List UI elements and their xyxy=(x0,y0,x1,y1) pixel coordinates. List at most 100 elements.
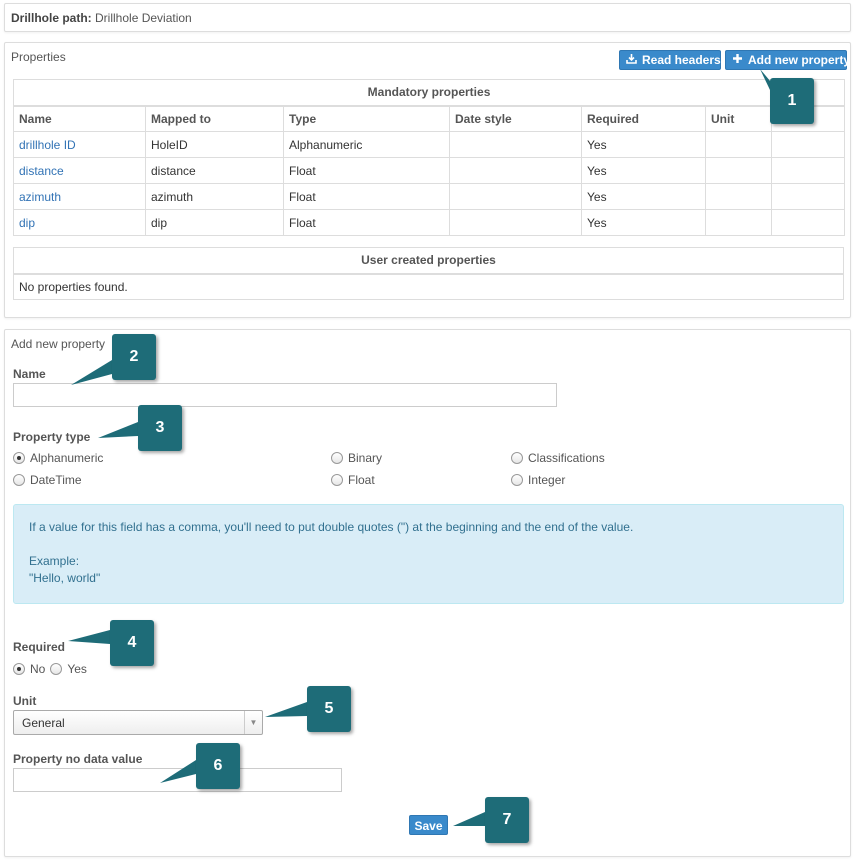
table-cell: Float xyxy=(283,209,450,236)
no-data-value-input[interactable] xyxy=(13,768,342,792)
table-cell xyxy=(449,209,582,236)
table-row: dip dip Float Yes xyxy=(13,209,846,236)
column-header: Required xyxy=(581,105,706,132)
table-cell: Yes xyxy=(581,131,706,158)
required-yes-label: Yes xyxy=(67,662,87,676)
chevron-down-icon[interactable]: ▼ xyxy=(244,711,262,734)
table-cell: azimuth xyxy=(145,183,284,210)
column-header: Unit xyxy=(705,105,772,132)
name-input[interactable] xyxy=(13,383,557,407)
add-new-property-button[interactable]: Add new property xyxy=(725,50,851,70)
property-type-float[interactable]: Float xyxy=(331,473,375,487)
property-type-integer[interactable]: Integer xyxy=(511,473,565,487)
import-icon xyxy=(626,53,637,67)
callout-badge-2: 2 xyxy=(112,334,156,380)
table-cell xyxy=(705,157,772,184)
callout-badge-7: 7 xyxy=(485,797,529,843)
table-cell xyxy=(705,183,772,210)
property-type-datetime[interactable]: DateTime xyxy=(13,473,82,487)
property-name-link[interactable]: azimuth xyxy=(19,190,61,204)
table-cell: Yes xyxy=(581,209,706,236)
plus-icon xyxy=(732,53,743,67)
radio-button[interactable] xyxy=(331,452,343,464)
user-created-properties-caption: User created properties xyxy=(13,247,844,275)
read-headers-button[interactable]: Read headers xyxy=(619,50,721,70)
table-header-row: Name Mapped to Type Date style Required … xyxy=(13,105,846,132)
callout-badge-4: 4 xyxy=(110,620,154,666)
radio-button[interactable] xyxy=(13,474,25,486)
info-example-value: "Hello, world" xyxy=(29,571,101,585)
table-cell xyxy=(770,131,846,158)
column-header: Mapped to xyxy=(145,105,284,132)
radio-label: Alphanumeric xyxy=(30,451,104,465)
radio-label: DateTime xyxy=(30,473,82,487)
table-cell xyxy=(770,183,846,210)
unit-select-value: General xyxy=(22,716,65,730)
required-label: Required xyxy=(13,640,66,654)
table-cell: Float xyxy=(283,157,450,184)
add-new-property-label: Add new property xyxy=(748,53,851,67)
required-yes-radio[interactable] xyxy=(50,663,63,675)
property-name-link[interactable]: dip xyxy=(19,216,35,230)
radio-button[interactable] xyxy=(511,474,523,486)
property-name-link[interactable]: distance xyxy=(19,164,64,178)
column-header: Date style xyxy=(449,105,582,132)
save-button[interactable]: Save xyxy=(409,815,448,835)
user-created-properties-table: User created properties No properties fo… xyxy=(13,247,844,300)
table-cell: HoleID xyxy=(145,131,284,158)
radio-label: Float xyxy=(348,473,375,487)
properties-panel: Properties Read headers Add new property… xyxy=(4,42,851,318)
callout-badge-6: 6 xyxy=(196,743,240,789)
radio-button[interactable] xyxy=(331,474,343,486)
name-label: Name xyxy=(13,367,46,381)
column-header: Name xyxy=(13,105,146,132)
radio-label: Classifications xyxy=(528,451,605,465)
radio-label: Integer xyxy=(528,473,566,487)
table-cell: Alphanumeric xyxy=(283,131,450,158)
callout-badge-3: 3 xyxy=(138,405,182,451)
property-type-classifications[interactable]: Classifications xyxy=(511,451,605,465)
radio-button[interactable] xyxy=(511,452,523,464)
callout-badge-1: 1 xyxy=(770,78,814,124)
table-cell xyxy=(449,183,582,210)
table-cell: distance xyxy=(145,157,284,184)
unit-select[interactable]: General ▼ xyxy=(13,710,263,735)
required-radio-group: No Yes xyxy=(13,662,87,676)
table-cell xyxy=(770,209,846,236)
table-cell xyxy=(770,157,846,184)
table-cell xyxy=(705,131,772,158)
table-cell: Yes xyxy=(581,183,706,210)
no-properties-text: No properties found. xyxy=(13,273,844,300)
required-no-label: No xyxy=(30,662,46,676)
table-cell xyxy=(449,131,582,158)
mandatory-properties-caption: Mandatory properties xyxy=(12,79,846,107)
unit-label: Unit xyxy=(13,694,37,708)
property-type-label: Property type xyxy=(13,430,91,444)
add-new-property-title: Add new property xyxy=(11,337,106,351)
radio-button[interactable] xyxy=(13,452,25,464)
drillhole-path-label: Drillhole path: xyxy=(11,11,92,25)
mandatory-properties-table: Mandatory properties Name Mapped to Type… xyxy=(12,79,846,236)
column-header: Type xyxy=(283,105,450,132)
table-cell xyxy=(705,209,772,236)
no-data-value-label: Property no data value xyxy=(13,752,143,766)
info-example-label: Example: xyxy=(29,554,80,568)
properties-panel-title: Properties xyxy=(11,50,66,64)
table-cell: dip xyxy=(145,209,284,236)
table-row: drillhole ID HoleID Alphanumeric Yes xyxy=(13,131,846,158)
comma-info-box: If a value for this field has a comma, y… xyxy=(13,504,844,604)
read-headers-label: Read headers xyxy=(642,53,721,67)
property-type-binary[interactable]: Binary xyxy=(331,451,382,465)
table-cell xyxy=(449,157,582,184)
property-type-alphanumeric[interactable]: Alphanumeric xyxy=(13,451,103,465)
table-cell: Yes xyxy=(581,157,706,184)
property-name-link[interactable]: drillhole ID xyxy=(19,138,76,152)
radio-label: Binary xyxy=(348,451,383,465)
add-new-property-panel: Add new property Name Property type Alph… xyxy=(4,329,851,857)
table-cell: Float xyxy=(283,183,450,210)
required-no-radio[interactable] xyxy=(13,663,25,675)
drillhole-path-value: Drillhole Deviation xyxy=(95,11,192,25)
table-row: distance distance Float Yes xyxy=(13,157,846,184)
callout-badge-5: 5 xyxy=(307,686,351,732)
drillhole-path-bar: Drillhole path: Drillhole Deviation xyxy=(4,3,851,32)
